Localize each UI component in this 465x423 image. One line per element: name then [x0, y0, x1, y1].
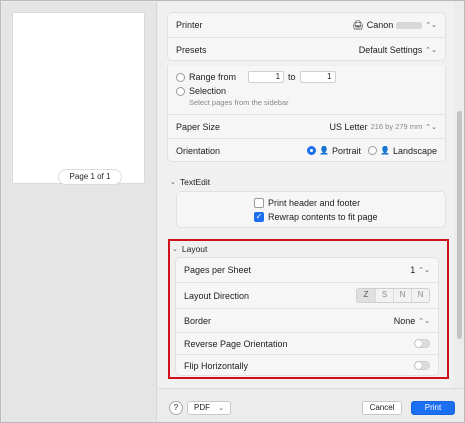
selection-label: Selection — [189, 86, 227, 96]
help-button[interactable]: ? — [169, 401, 183, 415]
paper-size-row[interactable]: Paper Size US Letter 216 by 279 mm ⌃⌄ — [168, 114, 445, 138]
printer-icon: 🖨 — [352, 19, 364, 30]
selection-row: Selection — [176, 86, 226, 96]
range-to-label: to — [288, 72, 296, 82]
chevron-updown-icon: ⌃⌄ — [425, 22, 437, 29]
print-button[interactable]: Print — [411, 401, 455, 415]
settings-scrollbar[interactable] — [457, 111, 462, 339]
orientation-options: 👤 Portrait 👤 Landscape — [307, 146, 437, 156]
range-label: Range from — [189, 72, 237, 82]
selection-hint: Select pages from the sidebar — [189, 98, 289, 107]
range-to-input[interactable]: 1 — [299, 71, 336, 83]
rewrap-row: ✓ Rewrap contents to fit page — [254, 212, 378, 222]
range-from-input[interactable]: 1 — [248, 71, 285, 83]
portrait-radio[interactable] — [307, 146, 316, 155]
pdf-label: PDF — [194, 403, 210, 412]
textedit-title: TextEdit — [179, 177, 211, 187]
page-indicator: Page 1 of 1 — [58, 169, 122, 185]
printer-name-redacted — [396, 21, 423, 29]
paper-size-label: Paper Size — [176, 121, 221, 132]
paper-size-dims: 216 by 279 mm — [370, 122, 423, 131]
presets-popup[interactable]: Default Settings ⌃⌄ — [359, 45, 437, 55]
orientation-label: Orientation — [176, 145, 221, 156]
landscape-radio[interactable] — [367, 146, 377, 155]
presets-label: Presets — [176, 44, 207, 55]
presets-value: Default Settings — [358, 44, 423, 55]
cancel-button[interactable]: Cancel — [362, 401, 402, 415]
paper-size-value: US Letter — [329, 121, 368, 132]
textedit-section-header[interactable]: ⌄ TextEdit — [170, 177, 210, 187]
print-dialog: Page 1 of 1 Printer 🖨 Canon ⌃⌄ Presets D… — [0, 0, 465, 423]
range-row: Range from 1 to 1 — [176, 71, 336, 83]
orientation-row: Orientation 👤 Portrait 👤 Landscape — [168, 138, 445, 162]
paper-card: Range from 1 to 1 Selection Select pages… — [167, 66, 446, 162]
layout-highlight-box — [168, 239, 449, 379]
pdf-menu-button[interactable]: PDF ⌄ — [187, 401, 232, 415]
chevron-updown-icon: ⌃⌄ — [425, 123, 437, 131]
portrait-icon: 👤 — [319, 146, 329, 155]
presets-row[interactable]: Presets Default Settings ⌃⌄ — [168, 37, 445, 61]
chevron-down-icon: ⌄ — [218, 405, 225, 412]
preview-pane: Page 1 of 1 — [2, 2, 157, 422]
printer-popup[interactable]: 🖨 Canon ⌃⌄ — [352, 20, 437, 31]
printer-value: Canon — [366, 20, 394, 30]
printer-card: Printer 🖨 Canon ⌃⌄ Presets Default Setti… — [167, 12, 446, 61]
range-radio[interactable] — [176, 72, 185, 82]
chevron-updown-icon: ⌃⌄ — [425, 46, 437, 54]
rewrap-label: Rewrap contents to fit page — [268, 212, 378, 222]
chevron-down-icon: ⌄ — [170, 179, 176, 186]
printer-row[interactable]: Printer 🖨 Canon ⌃⌄ — [168, 13, 445, 37]
page-preview: Page 1 of 1 — [13, 13, 144, 185]
print-header-label: Print header and footer — [268, 198, 361, 208]
paper-size-popup[interactable]: US Letter 216 by 279 mm ⌃⌄ — [330, 122, 437, 132]
landscape-label: Landscape — [392, 145, 437, 156]
textedit-card: Print header and footer ✓ Rewrap content… — [176, 191, 446, 228]
portrait-label: Portrait — [331, 145, 361, 156]
rewrap-checkbox[interactable]: ✓ — [254, 212, 264, 222]
selection-radio[interactable] — [176, 86, 185, 96]
landscape-icon: 👤 — [379, 146, 390, 155]
printer-label: Printer — [176, 20, 203, 30]
print-header-row: Print header and footer — [254, 198, 360, 208]
print-header-checkbox[interactable] — [254, 198, 264, 208]
bottom-bar: ? PDF ⌄ Cancel Print — [158, 388, 464, 422]
